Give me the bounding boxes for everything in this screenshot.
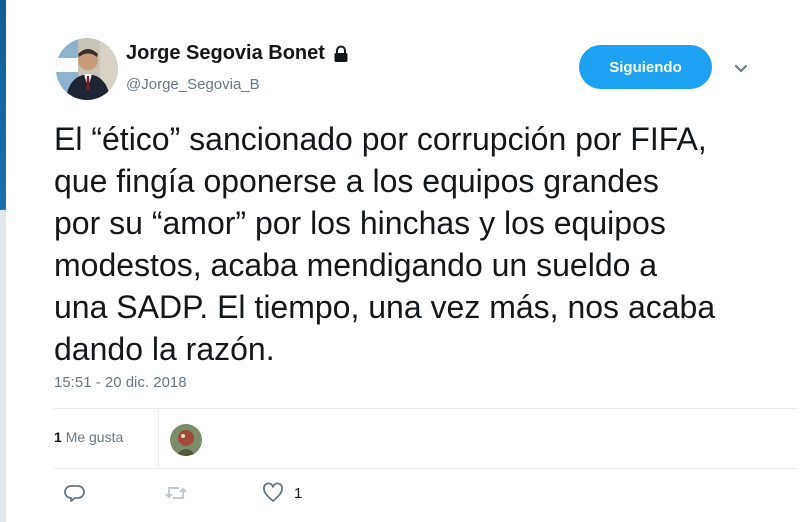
like-button[interactable]: 1 [262,482,302,504]
author-name[interactable]: Jorge Segovia Bonet [126,42,349,65]
author-avatar[interactable] [56,38,118,100]
tweet-timestamp[interactable]: 15:51 - 20 dic. 2018 [54,374,187,391]
likes-stat[interactable]: 1 Me gusta [54,429,123,445]
author-name-text[interactable]: Jorge Segovia Bonet [126,42,325,65]
chevron-down-icon[interactable] [731,58,751,78]
retweet-button[interactable] [164,482,188,504]
liker-avatar[interactable] [170,424,202,456]
like-count: 1 [294,484,303,502]
divider [158,410,159,468]
tweet-text: El “ético” sancionado por corrupción por… [54,121,716,367]
reply-button[interactable] [64,482,86,504]
divider [54,468,798,469]
likes-number: 1 [54,429,62,445]
following-button[interactable]: Siguiendo [579,45,712,89]
tweet-card: Jorge Segovia Bonet @Jorge_Segovia_B Sig… [6,0,800,522]
divider [54,408,798,409]
retweet-icon [164,482,188,504]
tweet-actions: 1 [54,482,798,514]
lock-icon [333,45,349,63]
likes-label: Me gusta [65,429,124,445]
heart-icon [262,482,284,504]
author-handle[interactable]: @Jorge_Segovia_B [126,76,260,93]
likes-row: 1 Me gusta [54,410,798,468]
reply-icon [64,482,86,504]
